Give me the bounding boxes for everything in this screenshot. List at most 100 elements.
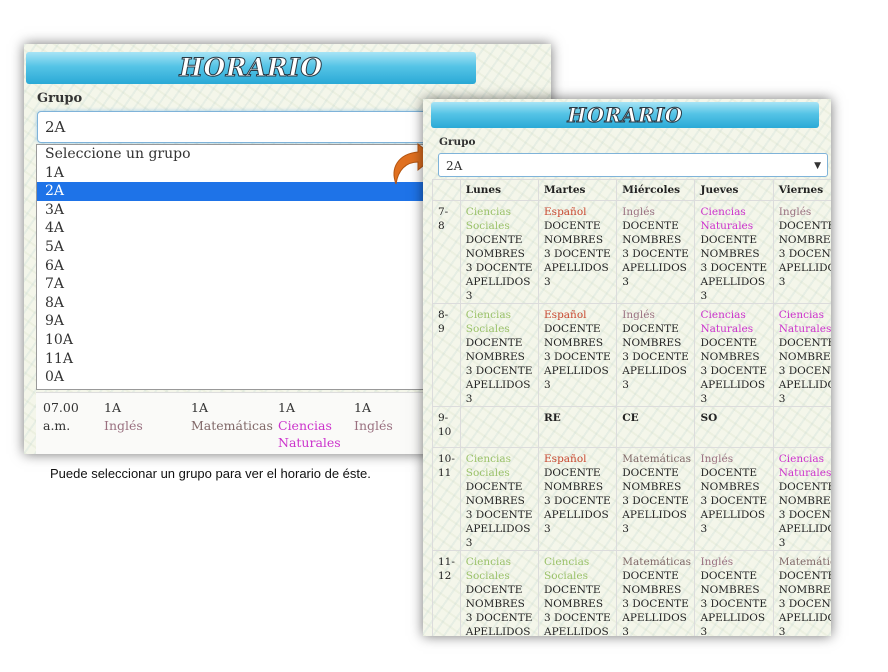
hour-cell: 9-10 [432, 406, 461, 448]
dropdown-option[interactable]: 2A [37, 182, 439, 201]
teacher-name: DOCENTE NOMBRES 3 DOCENTE APELLIDOS 3 [622, 570, 689, 636]
schedule-table: Lunes Martes Miércoles Jueves Viernes 7-8 Cie… [432, 179, 831, 636]
dropdown-option[interactable]: 9A [37, 312, 439, 331]
day-header: Viernes [772, 179, 831, 201]
teacher-name: DOCENTE NOMBRES 3 DOCENTE APELLIDOS 3 [700, 337, 768, 405]
dropdown-option[interactable]: 0A [37, 368, 439, 387]
break-cell: CE [616, 406, 696, 448]
teacher-name: DOCENTE NOMBRES 3 DOCENTE APELLIDOS 3 [544, 220, 611, 288]
cell-subject: Inglés [104, 417, 143, 433]
class-cell: Ciencias NaturalesDOCENTE NOMBRES 3 DOCE… [694, 303, 774, 407]
class-cell: Español DOCENTE NOMBRES 3 DOCENTE APELLID… [538, 200, 618, 304]
class-cell: Ciencias Sociales DOCENTE NOMBRES 3 DOCEN… [459, 303, 540, 407]
schedule-screenshot: HORARIO Grupo 2A ▼ Lunes Martes Miércoles J… [423, 99, 831, 636]
cell-group: 1A [104, 400, 121, 415]
subject-name: Inglés [700, 453, 734, 465]
dropdown-option[interactable]: 4A [37, 219, 439, 238]
teacher-name: DOCENTE NOMBRES 3 DOCENTE APELLIDOS 3 [544, 584, 611, 636]
dropdown-option[interactable]: 1A [37, 164, 439, 183]
subject-name: Ciencias Sociales [465, 453, 512, 479]
class-cell: Inglés DOCENTE NOMBRES 3 DOCENTE APELLIDO… [616, 200, 696, 304]
break-cell: RE [538, 406, 618, 448]
schedule-row: 10-11 Ciencias Sociales DOCENTE NOMBRES 3 … [432, 447, 831, 551]
schedule-header-row: Lunes Martes Miércoles Jueves Viernes [432, 179, 831, 201]
hour-cell: 11-12 [432, 550, 461, 636]
teacher-name: DOCENTE NOMBRES 3 DOCENTE APELLIDOS 3 [778, 570, 831, 636]
schedule-row: 8-9 Ciencias Sociales DOCENTE NOMBRES 3 DO… [432, 303, 831, 407]
subject-name: Ciencias Naturales [700, 309, 754, 335]
class-cell: Inglés DOCENTE NOMBRES 3 DOCENTE APELLIDO… [616, 303, 696, 407]
schedule-row: 7-8 Ciencias Sociales DOCENTE NOMBRES 3 DO… [432, 200, 831, 304]
teacher-name: DOCENTE NOMBRES 3 DOCENTE APELLIDOS 3 [778, 220, 831, 288]
dropdown-option[interactable]: 5A [37, 238, 439, 257]
partial-cell: 1A Inglés [104, 399, 176, 434]
break-cell [772, 406, 831, 448]
class-cell: Ciencias Sociales DOCENTE NOMBRES 3 DOCEN… [538, 550, 618, 636]
break-cell: SO [694, 406, 774, 448]
subject-name: Inglés [700, 556, 734, 568]
dropdown-option[interactable]: 11A [37, 350, 439, 369]
partial-cell: 1A Matemáticas [191, 399, 273, 434]
horario-banner-2: HORARIO [431, 102, 819, 128]
dropdown-option[interactable]: 6A [37, 257, 439, 276]
teacher-name: DOCENTE NOMBRES 3 DOCENTE APELLIDOS 3 [465, 481, 533, 549]
teacher-name: DOCENTE NOMBRES 3 DOCENTE APELLIDOS 3 [465, 337, 533, 405]
teacher-name: DOCENTE NOMBRES 3 DOCENTE APELLIDOS 3 [622, 467, 689, 535]
class-cell: Inglés DOCENTE NOMBRES 3 DOCENTE APELLIDO… [772, 200, 831, 304]
subject-name: Matemáticas [622, 556, 692, 568]
day-header: Miércoles [616, 179, 696, 201]
class-cell: Matemáticas DOCENTE NOMBRES 3 DOCENTE APE… [616, 447, 696, 551]
subject-name: Inglés [778, 206, 812, 218]
teacher-name: DOCENTE NOMBRES 3 DOCENTE APELLIDOS 3 [778, 337, 831, 405]
break-cell [459, 406, 540, 448]
dropdown-option[interactable]: 10A [37, 331, 439, 350]
subject-name: Español [544, 206, 587, 218]
dropdown-option[interactable]: Seleccione un grupo [37, 145, 439, 164]
subject-name: Inglés [622, 206, 655, 218]
teacher-name: DOCENTE NOMBRES 3 DOCENTE APELLIDOS 3 [700, 570, 768, 636]
class-cell: Ciencias NaturalesDOCENTE NOMBRES 3 DOCE… [772, 303, 831, 407]
caret-down-icon: ▼ [814, 161, 821, 171]
class-cell: Matemáticas DOCENTE NOMBRES 3 DOCENTE APE… [772, 550, 831, 636]
grupo-label-2: Grupo [439, 136, 476, 148]
hour-cell: 7-8 [432, 200, 461, 304]
day-header: Martes [538, 179, 618, 201]
class-cell: Ciencias Sociales DOCENTE NOMBRES 3 DOCEN… [459, 447, 540, 551]
hour-cell: 10-11 [432, 447, 461, 551]
class-cell: Español DOCENTE NOMBRES 3 DOCENTE APELLID… [538, 447, 618, 551]
partial-cell: 1A Inglés [354, 399, 426, 434]
subject-name: Inglés [622, 309, 655, 321]
dropdown-option[interactable]: 8A [37, 294, 439, 313]
schedule-row: 11-12 Ciencias Sociales DOCENTE NOMBRES 3 … [432, 550, 831, 636]
cell-subject: Matemáticas [191, 417, 273, 433]
grupo-select-2[interactable]: 2A ▼ [438, 153, 828, 177]
partial-cell: 1A Ciencias Naturales [278, 399, 350, 452]
dropdown-option[interactable]: 7A [37, 275, 439, 294]
cell-subject: Ciencias Naturales [278, 417, 341, 451]
day-header: Lunes [459, 179, 540, 201]
banner-title: HORARIO [179, 53, 323, 83]
subject-name: Ciencias Naturales [778, 309, 831, 335]
grupo-options-list: Seleccione un grupo 1A 2A 3A 4A 5A 6A 7A 8A 9A 10A… [36, 144, 440, 390]
class-cell: Ciencias Sociales DOCENTE NOMBRES 3 DOCEN… [459, 200, 540, 304]
subject-name: Ciencias Naturales [778, 453, 831, 479]
subject-name: Ciencias Sociales [544, 556, 590, 582]
time-cell: 07.00 a.m. [43, 400, 79, 433]
class-cell: Ciencias NaturalesDOCENTE NOMBRES 3 DOCE… [772, 447, 831, 551]
dropdown-option[interactable]: 3A [37, 201, 439, 220]
grupo-label: Grupo [37, 91, 83, 106]
caption-text: Puede seleccionar un grupo para ver el h… [50, 466, 371, 481]
cell-group: 1A [278, 400, 295, 415]
teacher-name: DOCENTE NOMBRES 3 DOCENTE APELLIDOS 3 [544, 323, 611, 391]
teacher-name: DOCENTE NOMBRES 3 DOCENTE APELLIDOS 3 [465, 584, 533, 636]
hour-cell: 8-9 [432, 303, 461, 407]
class-cell: Inglés DOCENTE NOMBRES 3 DOCENTE APELLIDO… [694, 550, 774, 636]
teacher-name: DOCENTE NOMBRES 3 DOCENTE APELLIDOS 3 [700, 467, 768, 535]
teacher-name: DOCENTE NOMBRES 3 DOCENTE APELLIDOS 3 [622, 220, 689, 288]
subject-name: Ciencias Sociales [465, 206, 512, 232]
class-cell: Ciencias NaturalesDOCENTE NOMBRES 3 DOCE… [694, 200, 774, 304]
grupo-select[interactable]: 2A [37, 111, 446, 143]
class-cell: Inglés DOCENTE NOMBRES 3 DOCENTE APELLIDO… [694, 447, 774, 551]
hour-header [432, 179, 461, 201]
cell-group: 1A [191, 400, 208, 415]
